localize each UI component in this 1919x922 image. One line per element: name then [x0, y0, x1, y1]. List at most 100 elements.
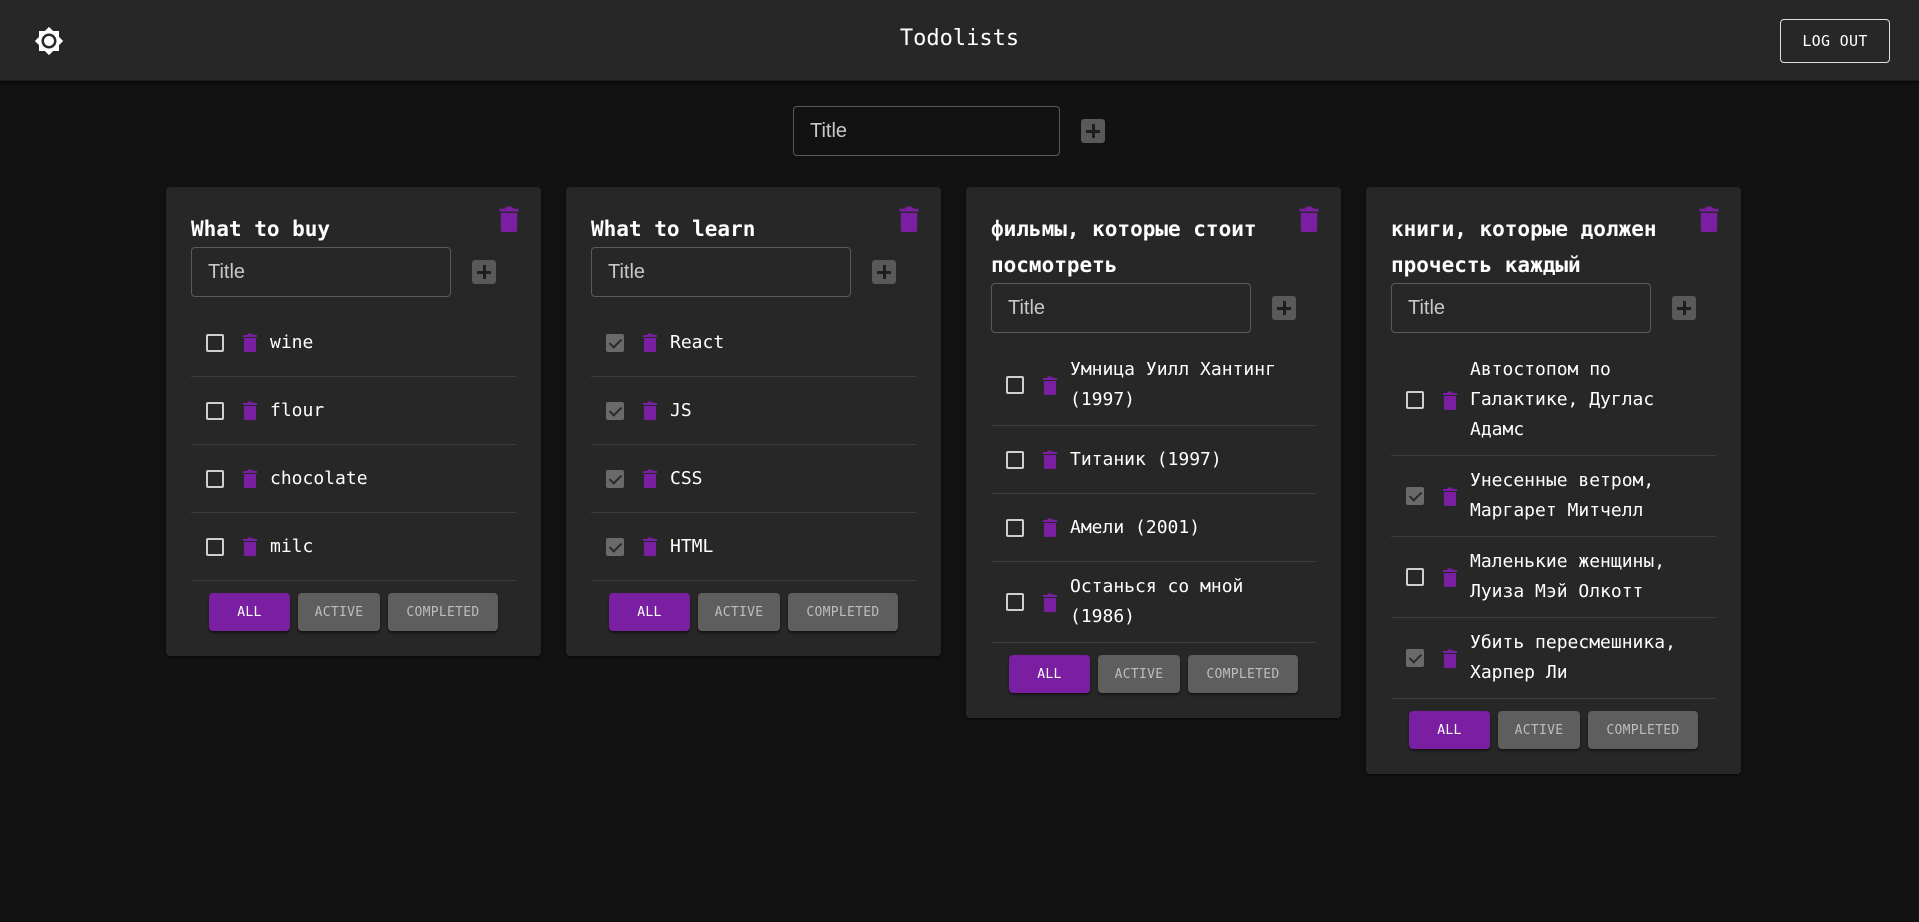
add-list-button[interactable]	[1081, 119, 1105, 143]
add-task-button[interactable]	[1672, 296, 1696, 320]
list-title: фильмы, которые стоит посмотреть	[991, 217, 1257, 277]
task-item: flour	[191, 377, 516, 445]
task-title-input[interactable]	[991, 283, 1251, 333]
task-item: HTML	[591, 513, 916, 581]
task-label[interactable]: flour	[270, 396, 324, 426]
task-checkbox[interactable]	[1006, 450, 1024, 469]
task-checkbox[interactable]	[1006, 376, 1024, 394]
task-checkbox[interactable]	[1406, 391, 1424, 409]
task-checkbox[interactable]	[1006, 593, 1024, 611]
task-item: CSS	[591, 445, 916, 513]
filter-active-button[interactable]: ACTIVE	[298, 593, 380, 631]
delete-task-icon[interactable]	[243, 401, 257, 420]
task-label[interactable]: wine	[270, 328, 313, 358]
list-title: книги, которые должен прочесть каждый	[1391, 217, 1657, 277]
app-title: Todolists	[899, 26, 1020, 51]
task-item: Умница Уилл Хантинг (1997)	[991, 345, 1316, 426]
delete-task-icon[interactable]	[1443, 391, 1457, 410]
new-list-title-input[interactable]	[793, 106, 1060, 156]
task-title-input[interactable]	[1391, 283, 1651, 333]
delete-task-icon[interactable]	[243, 469, 257, 488]
filter-all-button[interactable]: ALL	[1009, 655, 1090, 693]
list-title: What to buy	[191, 217, 331, 241]
task-checkbox[interactable]	[606, 537, 624, 556]
delete-task-icon[interactable]	[1443, 487, 1457, 506]
task-checkbox[interactable]	[206, 469, 224, 488]
task-checkbox[interactable]	[606, 333, 624, 352]
task-checkbox[interactable]	[1406, 568, 1424, 586]
task-label[interactable]: Амели (2001)	[1070, 513, 1200, 543]
task-label[interactable]: Титаник (1997)	[1070, 445, 1222, 475]
task-label[interactable]: Маленькие женщины, Луиза Мэй Олкотт	[1470, 547, 1716, 607]
app-bar: Todolists LOG OUT	[0, 0, 1919, 81]
delete-task-icon[interactable]	[643, 537, 657, 556]
task-label[interactable]: Убить пересмешника, Харпер Ли	[1470, 628, 1716, 688]
delete-task-icon[interactable]	[243, 537, 257, 556]
filter-completed-button[interactable]: COMPLETED	[788, 593, 898, 631]
task-title-input[interactable]	[591, 247, 851, 297]
task-item: wine	[191, 309, 516, 377]
delete-task-icon[interactable]	[243, 333, 257, 352]
task-label[interactable]: Умница Уилл Хантинг (1997)	[1070, 355, 1316, 415]
filter-all-button[interactable]: ALL	[1409, 711, 1490, 749]
task-label[interactable]: chocolate	[270, 464, 368, 494]
delete-task-icon[interactable]	[643, 469, 657, 488]
delete-list-icon[interactable]	[897, 206, 921, 232]
task-item: Титаник (1997)	[991, 426, 1316, 494]
add-task-form	[191, 247, 516, 297]
task-label[interactable]: milc	[270, 532, 313, 562]
delete-task-icon[interactable]	[1443, 649, 1457, 668]
task-title-input[interactable]	[191, 247, 451, 297]
list-title: What to learn	[591, 217, 756, 241]
delete-task-icon[interactable]	[1043, 450, 1057, 469]
task-label[interactable]: CSS	[670, 464, 703, 494]
delete-task-icon[interactable]	[1043, 376, 1057, 395]
delete-task-icon[interactable]	[643, 333, 657, 352]
task-label[interactable]: Автостопом по Галактике, Дуглас Адамс	[1470, 355, 1716, 445]
add-task-button[interactable]	[872, 260, 896, 284]
delete-task-icon[interactable]	[1043, 593, 1057, 612]
task-checkbox[interactable]	[606, 469, 624, 488]
task-label[interactable]: JS	[670, 396, 692, 426]
filter-completed-button[interactable]: COMPLETED	[1588, 711, 1698, 749]
task-checkbox[interactable]	[1406, 649, 1424, 667]
task-checkbox[interactable]	[206, 333, 224, 352]
delete-list-icon[interactable]	[497, 206, 521, 232]
filter-active-button[interactable]: ACTIVE	[1498, 711, 1580, 749]
filter-completed-button[interactable]: COMPLETED	[388, 593, 498, 631]
delete-task-icon[interactable]	[643, 401, 657, 420]
task-label[interactable]: Останься со мной (1986)	[1070, 572, 1316, 632]
logout-button[interactable]: LOG OUT	[1780, 19, 1890, 63]
task-checkbox[interactable]	[1406, 487, 1424, 505]
task-checkbox[interactable]	[1006, 518, 1024, 537]
delete-list-icon[interactable]	[1297, 206, 1321, 232]
filter-all-button[interactable]: ALL	[609, 593, 690, 631]
task-item: React	[591, 309, 916, 377]
delete-task-icon[interactable]	[1043, 518, 1057, 537]
task-item: Унесенные ветром, Маргарет Митчелл	[1391, 456, 1716, 537]
task-label[interactable]: Унесенные ветром, Маргарет Митчелл	[1470, 466, 1716, 526]
delete-list-icon[interactable]	[1697, 206, 1721, 232]
filter-active-button[interactable]: ACTIVE	[698, 593, 780, 631]
delete-task-icon[interactable]	[1443, 568, 1457, 587]
filter-active-button[interactable]: ACTIVE	[1098, 655, 1180, 693]
todolist-card: фильмы, которые стоит посмотреть Умница У…	[966, 187, 1341, 718]
filter-completed-button[interactable]: COMPLETED	[1188, 655, 1298, 693]
task-item: chocolate	[191, 445, 516, 513]
add-task-button[interactable]	[472, 260, 496, 284]
add-task-button[interactable]	[1272, 296, 1296, 320]
task-item: Автостопом по Галактике, Дуглас Адамс	[1391, 345, 1716, 456]
filter-all-button[interactable]: ALL	[209, 593, 290, 631]
add-task-form	[591, 247, 916, 297]
filter-buttons: ALL ACTIVE COMPLETED	[1391, 711, 1716, 749]
filter-buttons: ALL ACTIVE COMPLETED	[991, 655, 1316, 693]
filter-buttons: ALL ACTIVE COMPLETED	[191, 593, 516, 631]
filter-buttons: ALL ACTIVE COMPLETED	[591, 593, 916, 631]
task-checkbox[interactable]	[206, 401, 224, 420]
task-checkbox[interactable]	[206, 537, 224, 556]
task-label[interactable]: React	[670, 328, 724, 358]
task-checkbox[interactable]	[606, 401, 624, 420]
task-label[interactable]: HTML	[670, 532, 713, 562]
task-item: Маленькие женщины, Луиза Мэй Олкотт	[1391, 537, 1716, 618]
task-item: Амели (2001)	[991, 494, 1316, 562]
